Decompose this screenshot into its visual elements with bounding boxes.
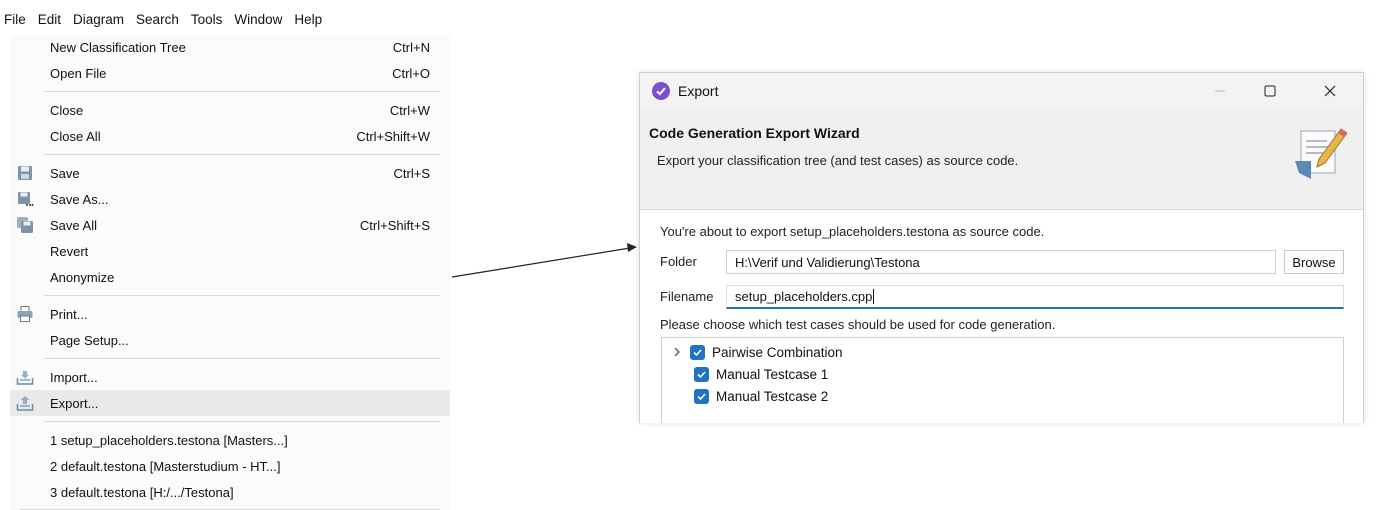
- tree-node-pairwise-combination[interactable]: Pairwise Combination: [672, 342, 843, 362]
- menu-item-shortcut: Ctrl+Shift+W: [356, 128, 430, 144]
- tree-node-label: Pairwise Combination: [712, 344, 843, 360]
- menu-item-export[interactable]: Export...: [10, 390, 450, 416]
- menu-tools[interactable]: Tools: [185, 12, 229, 27]
- menu-item-page-setup[interactable]: Page Setup...: [10, 327, 450, 353]
- menu-separator: [44, 421, 440, 422]
- menu-edit[interactable]: Edit: [32, 12, 67, 27]
- export-icon: [16, 394, 34, 412]
- menu-item-label: Save: [50, 165, 80, 181]
- menu-item-revert[interactable]: Revert: [10, 238, 450, 264]
- menu-separator: [44, 295, 440, 296]
- menu-diagram[interactable]: Diagram: [67, 12, 130, 27]
- menu-item-label: Import...: [50, 369, 98, 385]
- menu-item-label: Save As...: [50, 191, 109, 207]
- menu-item-label: Anonymize: [50, 269, 115, 285]
- maximize-button[interactable]: [1247, 73, 1293, 109]
- browse-button-label: Browse: [1292, 254, 1336, 270]
- menu-help[interactable]: Help: [288, 12, 328, 27]
- menu-item-label: Save All: [50, 217, 97, 233]
- wizard-title: Code Generation Export Wizard: [649, 125, 860, 141]
- print-icon: [16, 305, 34, 323]
- menu-item-recent-file-3[interactable]: 3 default.testona [H:/.../Testona]: [10, 479, 450, 505]
- menu-item-shortcut: Ctrl+S: [393, 165, 430, 181]
- folder-field[interactable]: H:\Verif und Validierung\Testona: [726, 250, 1276, 274]
- wizard-banner: Code Generation Export Wizard Export you…: [640, 109, 1363, 210]
- tree-node-manual-testcase-1[interactable]: Manual Testcase 1: [694, 364, 828, 384]
- menu-item-new-classification-tree[interactable]: New Classification Tree Ctrl+N: [10, 34, 450, 60]
- save-all-icon: [16, 216, 34, 234]
- menu-item-print[interactable]: Print...: [10, 301, 450, 327]
- browse-button[interactable]: Browse: [1284, 250, 1344, 274]
- menu-item-shortcut: Ctrl+W: [389, 102, 430, 118]
- menu-item-save-all[interactable]: Save All Ctrl+Shift+S: [10, 212, 450, 238]
- menu-item-label: Page Setup...: [50, 332, 129, 348]
- checkbox-checked[interactable]: [690, 344, 705, 360]
- folder-label: Folder: [660, 254, 697, 269]
- wizard-subtitle: Export your classification tree (and tes…: [657, 153, 1019, 168]
- dialog-title: Export: [678, 83, 719, 99]
- menu-item-shortcut: Ctrl+N: [392, 39, 430, 55]
- menu-item-save[interactable]: Save Ctrl+S: [10, 160, 450, 186]
- menu-item-label: Export...: [50, 395, 99, 411]
- minimize-button[interactable]: [1197, 73, 1243, 109]
- menu-item-anonymize[interactable]: Anonymize: [10, 264, 450, 290]
- filename-field[interactable]: setup_placeholders.cpp: [726, 285, 1344, 309]
- menu-separator: [44, 91, 440, 92]
- filename-value: setup_placeholders.cpp: [735, 289, 873, 304]
- export-intro-text: You're about to export setup_placeholder…: [660, 224, 1045, 239]
- dialog-titlebar: Export: [640, 73, 1363, 109]
- app-icon: [652, 82, 670, 100]
- tree-node-label: Manual Testcase 1: [716, 366, 829, 382]
- checkbox-checked[interactable]: [694, 388, 709, 404]
- export-wizard-icon: [1291, 123, 1349, 183]
- menu-item-close[interactable]: Close Ctrl+W: [10, 97, 450, 123]
- menu-item-label: 2 default.testona [Masterstudium - HT...…: [50, 458, 281, 474]
- testcase-selection-label: Please choose which test cases should be…: [660, 317, 1056, 332]
- menu-search[interactable]: Search: [130, 12, 185, 27]
- menu-item-recent-file-1[interactable]: 1 setup_placeholders.testona [Masters...…: [10, 427, 450, 453]
- menu-item-label: 1 setup_placeholders.testona [Masters...…: [50, 432, 288, 448]
- menu-item-label: Close: [50, 102, 84, 118]
- file-menu-dropdown: New Classification Tree Ctrl+N Open File…: [10, 34, 450, 510]
- tree-node-manual-testcase-2[interactable]: Manual Testcase 2: [694, 386, 828, 406]
- save-as-icon: [16, 190, 34, 208]
- tree-node-label: Manual Testcase 2: [716, 388, 829, 404]
- menu-file[interactable]: File: [0, 12, 32, 27]
- menu-item-label: Revert: [50, 243, 89, 259]
- menu-item-shortcut: Ctrl+Shift+S: [359, 217, 430, 233]
- menu-item-open-file[interactable]: Open File Ctrl+O: [10, 60, 450, 86]
- text-cursor: [873, 289, 875, 304]
- menu-item-label: New Classification Tree: [50, 39, 186, 55]
- export-dialog: Export Code Generation Export Wizard Exp…: [639, 72, 1364, 423]
- save-icon: [16, 164, 34, 182]
- chevron-right-icon[interactable]: [672, 346, 682, 358]
- menu-item-close-all[interactable]: Close All Ctrl+Shift+W: [10, 123, 450, 149]
- menu-item-label: Open File: [50, 65, 107, 81]
- menu-item-label: 3 default.testona [H:/.../Testona]: [50, 484, 234, 500]
- checkbox-checked[interactable]: [694, 366, 709, 382]
- folder-value: H:\Verif und Validierung\Testona: [735, 254, 920, 270]
- filename-label: Filename: [660, 289, 714, 304]
- menu-bar: File Edit Diagram Search Tools Window He…: [0, 6, 328, 32]
- menu-separator: [44, 358, 440, 359]
- menu-window[interactable]: Window: [228, 12, 288, 27]
- testcase-tree: Pairwise Combination Manual Testcase 1 M…: [661, 337, 1344, 423]
- menu-item-label: Print...: [50, 306, 88, 322]
- close-button[interactable]: [1307, 73, 1353, 109]
- menu-item-shortcut: Ctrl+O: [392, 65, 430, 81]
- menu-item-save-as[interactable]: Save As...: [10, 186, 450, 212]
- menu-separator: [44, 154, 440, 155]
- import-icon: [16, 368, 34, 386]
- menu-item-recent-file-2[interactable]: 2 default.testona [Masterstudium - HT...…: [10, 453, 450, 479]
- menu-item-import[interactable]: Import...: [10, 364, 450, 390]
- menu-item-label: Close All: [50, 128, 101, 144]
